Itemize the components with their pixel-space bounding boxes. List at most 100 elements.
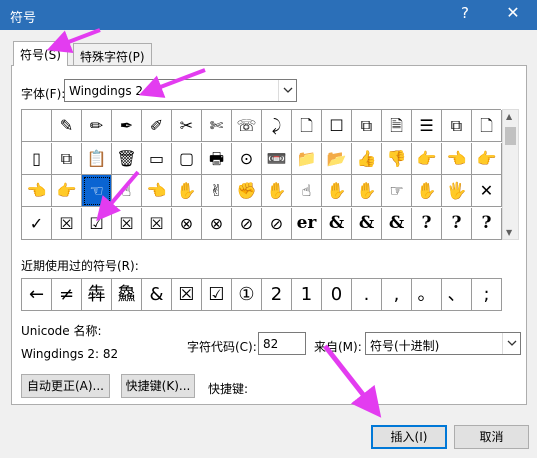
symbol-cell[interactable]: 📂: [322, 142, 352, 175]
symbol-cell[interactable]: ☒: [112, 207, 142, 240]
symbol-cell[interactable]: 📁: [292, 142, 322, 175]
symbol-cell[interactable]: ✄: [202, 110, 232, 142]
symbol-cell[interactable]: ✌: [202, 175, 232, 207]
symbol-cell[interactable]: ✐: [142, 110, 172, 142]
insert-button[interactable]: 插入(I): [371, 425, 447, 449]
chevron-down-icon[interactable]: [502, 333, 520, 354]
recent-symbol-cell[interactable]: ;: [472, 279, 502, 311]
symbol-cell[interactable]: ☞: [382, 175, 412, 207]
symbol-cell[interactable]: ✋: [262, 175, 292, 207]
symbol-cell[interactable]: ✋: [412, 175, 442, 207]
symbol-cell[interactable]: ?: [442, 207, 472, 240]
shortcut-key-button[interactable]: 快捷键(K)...: [121, 374, 195, 398]
symbol-cell[interactable]: 👉: [472, 142, 502, 175]
symbol-cell[interactable]: ☰: [412, 110, 442, 142]
scrollbar-thumb[interactable]: [505, 127, 516, 145]
symbol-cell[interactable]: ▢: [172, 142, 202, 175]
recent-symbol-cell[interactable]: 鱻: [112, 279, 142, 311]
symbol-cell[interactable]: ☏: [232, 110, 262, 142]
symbol-grid-scrollbar[interactable]: ▲ ▼: [502, 109, 519, 240]
symbol-cell[interactable]: ⊗: [172, 207, 202, 240]
chevron-down-icon[interactable]: [278, 80, 296, 101]
recent-symbol-cell[interactable]: 0: [322, 279, 352, 311]
tab-symbols[interactable]: 符号(S): [13, 41, 68, 66]
symbol-cell[interactable]: ⊘: [232, 207, 262, 240]
symbol-cell[interactable]: 📼: [262, 142, 292, 175]
symbol-cell[interactable]: ✋: [352, 175, 382, 207]
help-icon[interactable]: ?: [455, 4, 475, 22]
unicode-name-value: Wingdings 2: 82: [21, 347, 119, 361]
symbol-cell[interactable]: 📋: [82, 142, 112, 175]
symbol-cell[interactable]: ✒: [112, 110, 142, 142]
symbol-cell[interactable]: ⊗: [202, 207, 232, 240]
recent-symbol-cell[interactable]: ☑: [202, 279, 232, 311]
symbol-cell[interactable]: ☒: [142, 207, 172, 240]
symbol-cell[interactable]: ☐: [322, 110, 352, 142]
symbol-cell[interactable]: &: [322, 207, 352, 240]
symbol-cell[interactable]: 🖐: [442, 175, 472, 207]
symbol-cell[interactable]: 👈: [442, 142, 472, 175]
symbol-cell[interactable]: ✕: [472, 175, 502, 207]
scroll-down-icon[interactable]: ▼: [506, 228, 512, 237]
symbol-cell[interactable]: ✎: [52, 110, 82, 142]
symbol-cell[interactable]: ?: [472, 207, 502, 240]
symbol-cell[interactable]: ☑: [82, 207, 112, 240]
symbol-cell[interactable]: ✋: [322, 175, 352, 207]
symbol-cell[interactable]: ☝: [292, 175, 322, 207]
recent-symbol-cell[interactable]: 2: [262, 279, 292, 311]
recent-symbol-cell[interactable]: ≠: [52, 279, 82, 311]
cancel-button[interactable]: 取消: [454, 425, 529, 449]
recent-symbol-cell[interactable]: ,: [382, 279, 412, 311]
symbol-cell[interactable]: &: [382, 207, 412, 240]
symbol-cell[interactable]: 👎: [382, 142, 412, 175]
symbol-cell[interactable]: ⧉: [352, 110, 382, 142]
symbol-cell[interactable]: ✏: [82, 110, 112, 142]
symbol-cell[interactable]: 🗋: [472, 110, 502, 142]
symbol-cell[interactable]: 🗑: [112, 142, 142, 175]
symbol-cell[interactable]: 🗎: [382, 110, 412, 142]
char-code-input[interactable]: [259, 333, 305, 354]
symbol-cell[interactable]: 👉: [52, 175, 82, 207]
symbol-cell[interactable]: ✊: [232, 175, 262, 207]
symbol-cell[interactable]: 🖶: [202, 142, 232, 175]
symbol-cell[interactable]: ☜: [82, 175, 112, 207]
recent-symbol-cell[interactable]: ①: [232, 279, 262, 311]
symbol-cell[interactable]: ⊘: [262, 207, 292, 240]
symbol-cell[interactable]: ✓: [22, 207, 52, 240]
symbol-cell[interactable]: &: [352, 207, 382, 240]
scroll-up-icon[interactable]: ▲: [506, 112, 512, 121]
tab-special-characters[interactable]: 特殊字符(P): [73, 43, 152, 66]
from-select[interactable]: 符号(十进制): [365, 332, 521, 355]
symbol-cell[interactable]: 👉: [412, 142, 442, 175]
recent-symbol-cell[interactable]: 犇: [82, 279, 112, 311]
symbol-cell[interactable]: [22, 110, 52, 142]
recent-symbols-label: 近期使用过的符号(R):: [21, 259, 139, 273]
symbol-cell[interactable]: ☝: [112, 175, 142, 207]
autocorrect-button[interactable]: 自动更正(A)...: [21, 374, 110, 398]
close-icon[interactable]: ✕: [500, 3, 526, 22]
symbol-cell[interactable]: ⧉: [442, 110, 472, 142]
symbol-cell[interactable]: 👈: [142, 175, 172, 207]
symbol-cell[interactable]: ☒: [52, 207, 82, 240]
font-select[interactable]: Wingdings 2: [64, 79, 297, 102]
recent-symbol-cell[interactable]: &: [142, 279, 172, 311]
symbol-cell[interactable]: ⤸: [262, 110, 292, 142]
recent-symbol-cell[interactable]: 1: [292, 279, 322, 311]
symbol-cell[interactable]: ?: [412, 207, 442, 240]
symbol-cell[interactable]: ▭: [142, 142, 172, 175]
symbol-cell[interactable]: ✂: [172, 110, 202, 142]
char-code-field[interactable]: [258, 332, 306, 355]
recent-symbol-cell[interactable]: 、: [442, 279, 472, 311]
symbol-cell[interactable]: 🗋: [292, 110, 322, 142]
symbol-cell[interactable]: 👍: [352, 142, 382, 175]
symbol-cell[interactable]: er: [292, 207, 322, 240]
symbol-cell[interactable]: ▯: [22, 142, 52, 175]
symbol-cell[interactable]: 👈: [22, 175, 52, 207]
recent-symbol-cell[interactable]: ←: [22, 279, 52, 311]
symbol-cell[interactable]: ⧉: [52, 142, 82, 175]
symbol-cell[interactable]: ⊙: [232, 142, 262, 175]
recent-symbol-cell[interactable]: .: [352, 279, 382, 311]
symbol-cell[interactable]: ✋: [172, 175, 202, 207]
recent-symbol-cell[interactable]: 。: [412, 279, 442, 311]
recent-symbol-cell[interactable]: ☒: [172, 279, 202, 311]
